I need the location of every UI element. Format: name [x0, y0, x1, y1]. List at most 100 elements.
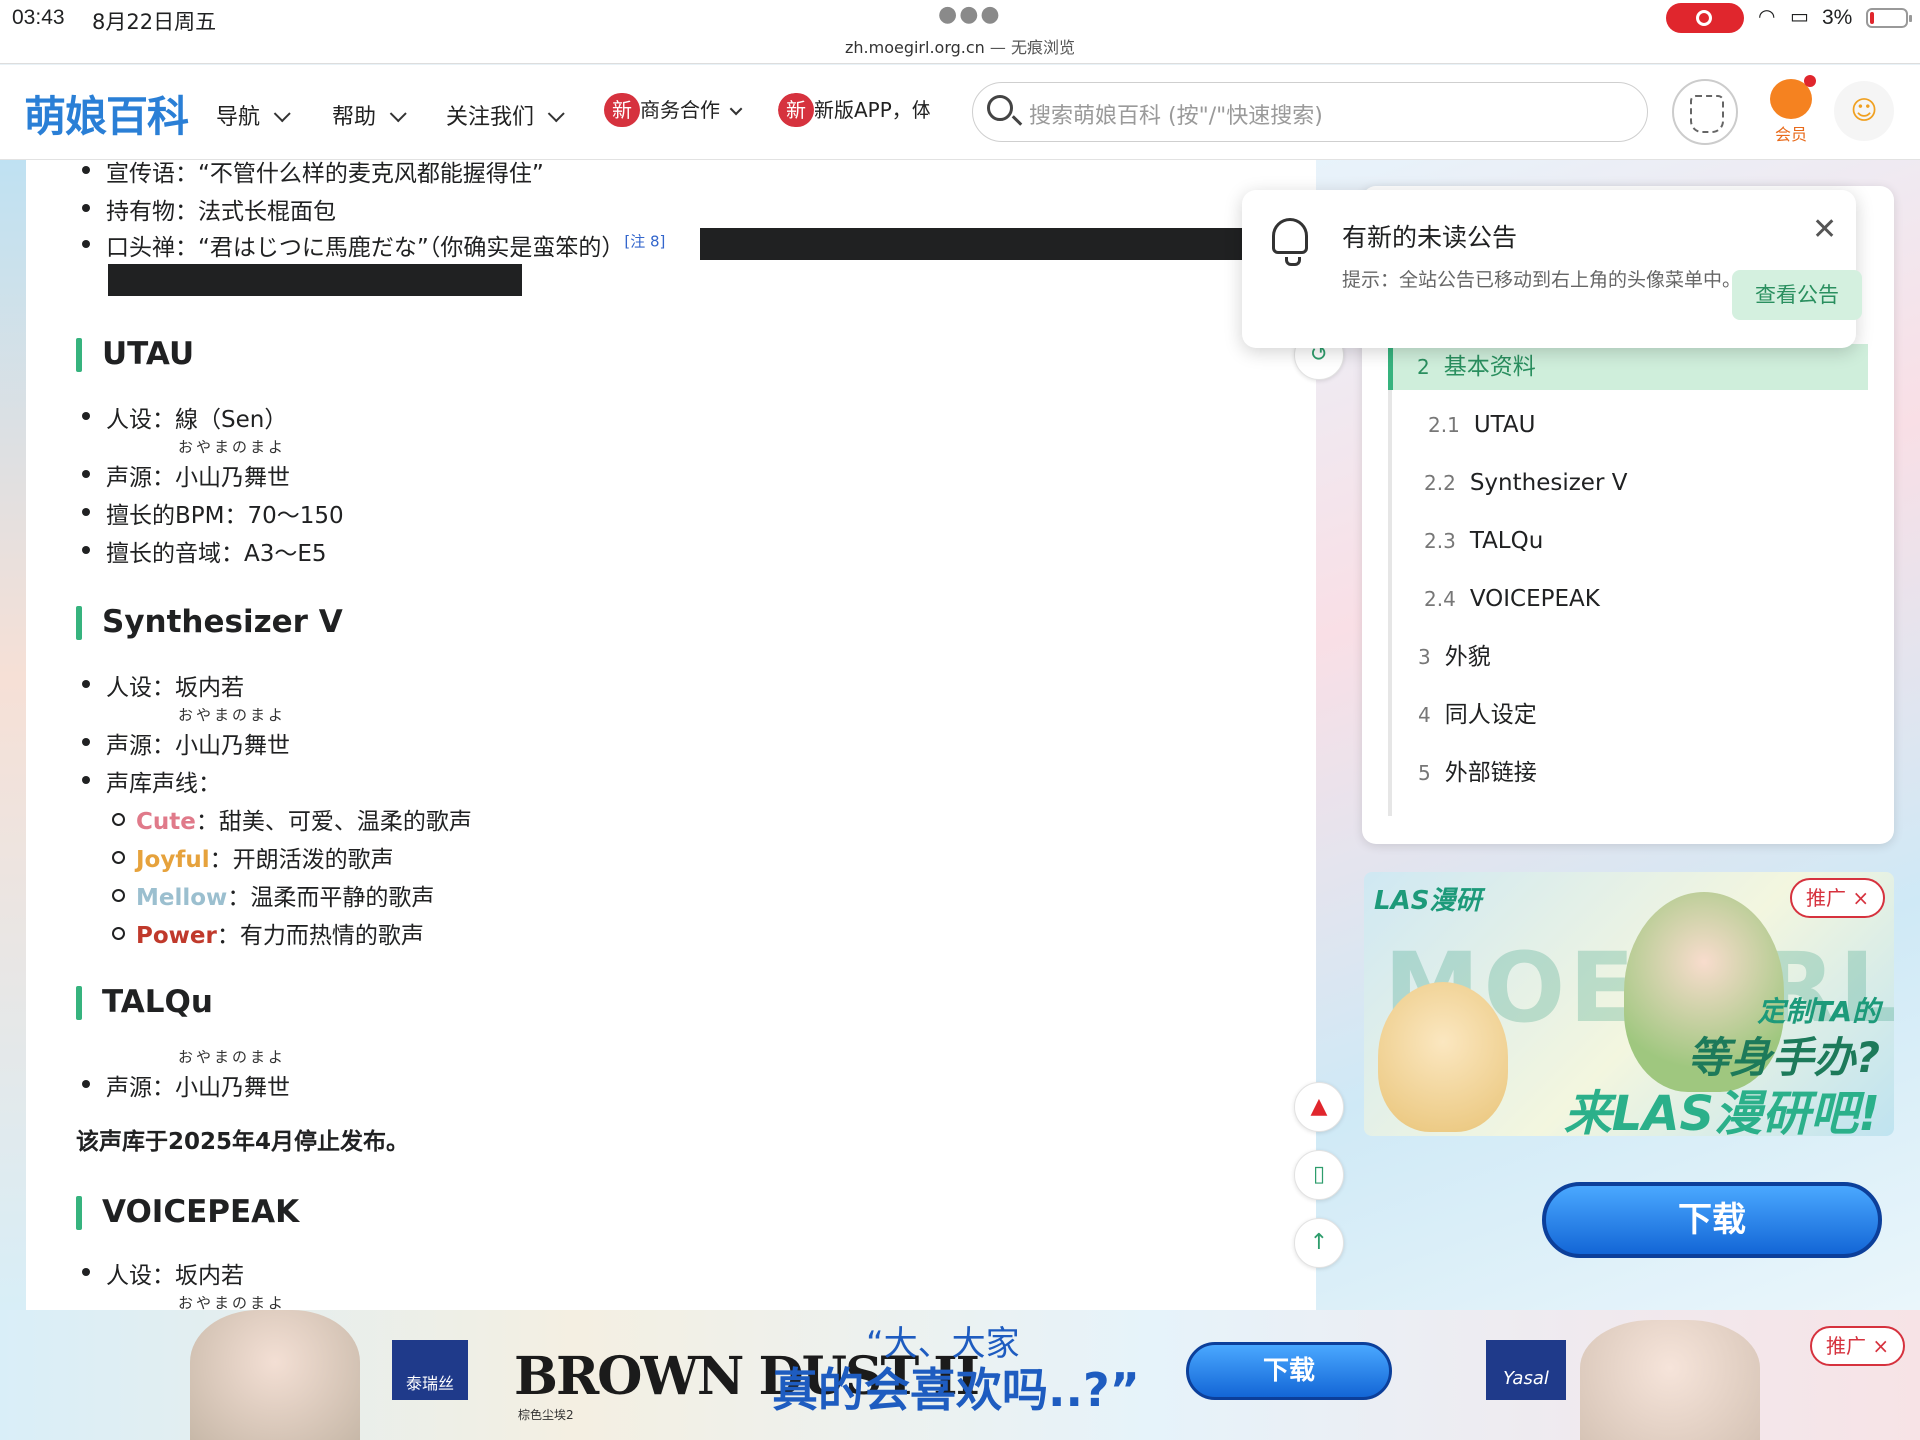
chevron-down-icon	[547, 105, 565, 123]
voice-name: Joyful	[136, 847, 210, 873]
toc-num: 2	[1417, 355, 1430, 379]
toc-item-appearance[interactable]: 3 外貌	[1388, 634, 1868, 680]
toc-num: 2.2	[1424, 471, 1456, 495]
voice-desc: ：温柔而平静的歌声	[227, 885, 435, 911]
nav-business-label: 商务合作	[640, 98, 720, 122]
voice-name: Cute	[136, 809, 196, 835]
bottom-banner-ad[interactable]: 泰瑞丝 BROWN DUST II 棕色尘埃2 “大、大家 真的会喜欢吗..?”…	[0, 1310, 1920, 1440]
toc-num: 5	[1418, 761, 1431, 785]
private-mode-label: — 无痕浏览	[989, 38, 1075, 57]
section-heading-voicepeak: VOICEPEAK	[76, 1194, 299, 1230]
nav-new-app-label: 新版APP，体	[814, 98, 930, 122]
url-bar[interactable]: zh.moegirl.org.cn — 无痕浏览	[0, 34, 1920, 64]
ruby-annotation: おやまのまよ	[178, 706, 287, 724]
view-announcement-button[interactable]: 查看公告	[1732, 270, 1862, 320]
section-heading-talqu: TALQu	[76, 984, 213, 1020]
new-badge: 新	[604, 93, 640, 127]
ruby-annotation: おやまのまよ	[178, 438, 287, 456]
toc-item-utau[interactable]: 2.1 UTAU	[1388, 402, 1868, 448]
toc-num: 4	[1418, 703, 1431, 727]
list-item: 声库声线：	[82, 764, 221, 798]
search-placeholder: 搜索萌娘百科 (按"/"快速搜索)	[1029, 104, 1323, 129]
screen-record-icon[interactable]	[1666, 3, 1744, 33]
toc-item-fan-setting[interactable]: 4 同人设定	[1388, 692, 1868, 738]
toc-label: UTAU	[1473, 412, 1536, 438]
search-input[interactable]: 搜索萌娘百科 (按"/"快速搜索)	[972, 82, 1648, 142]
footnote-link[interactable]: [注 8]	[624, 232, 665, 250]
voice-item-cute: Cute：甜美、可爱、温柔的歌声	[112, 802, 472, 836]
voice-desc: ：甜美、可爱、温柔的歌声	[195, 809, 472, 835]
close-icon[interactable]: ✕	[1812, 212, 1837, 247]
nav-label: 导航	[216, 105, 261, 130]
ad-headline: 来LAS漫研吧!	[1563, 1086, 1880, 1136]
toc-label: Synthesizer V	[1469, 470, 1628, 496]
back-to-top-icon[interactable]: ↑	[1294, 1218, 1344, 1268]
ad-character-tag: 泰瑞丝	[392, 1340, 468, 1400]
article-content: 宣传语：“不管什么样的麦克风都能握得住” 持有物：法式长棍面包 口头禅：“君はじ…	[26, 160, 1316, 1310]
warning-icon[interactable]: ▲	[1294, 1082, 1344, 1132]
nav-navigation[interactable]: 导航	[216, 99, 291, 131]
nav-follow-us[interactable]: 关注我们	[446, 99, 565, 131]
list-item: 声源：小山乃舞世	[82, 726, 290, 760]
ad-game-subtitle: 棕色尘埃2	[518, 1408, 574, 1422]
list-item: 擅长的BPM：70～150	[82, 496, 344, 530]
spoiler-blackout[interactable]	[700, 228, 1270, 260]
voice-desc: ：有力而热情的歌声	[216, 923, 424, 949]
ruby-annotation: おやまのまよ	[178, 1048, 287, 1066]
list-item: 口头禅：“君はじつに馬鹿だな”（你确实是蛮笨的）[注 8]	[81, 228, 665, 262]
list-item: 宣传语：“不管什么样的麦克风都能握得住”	[82, 160, 544, 188]
ad-character-tag: Yasal	[1486, 1340, 1566, 1400]
section-heading-utau: UTAU	[76, 336, 194, 372]
chevron-down-icon	[729, 102, 743, 116]
nav-help[interactable]: 帮助	[332, 99, 407, 131]
ad-download-button[interactable]: 下载	[1542, 1182, 1882, 1258]
ad-close-button[interactable]: 推广 ×	[1810, 1326, 1906, 1366]
sidebar-toggle-icon[interactable]: ▯	[1294, 1150, 1344, 1200]
user-avatar-button[interactable]	[1672, 79, 1738, 145]
list-item: 擅长的音域：A3～E5	[82, 534, 327, 568]
list-item: 人设：線（Sen）	[81, 400, 287, 434]
ad-character-image	[1580, 1320, 1760, 1440]
nav-new-app[interactable]: 新新版APP，体	[778, 93, 930, 127]
voice-item-joyful: Joyful：开朗活泼的歌声	[112, 840, 394, 874]
ad-download-button[interactable]: 下载	[1186, 1342, 1392, 1400]
chevron-down-icon	[389, 105, 407, 123]
toc-num: 2.4	[1424, 587, 1456, 611]
battery-icon	[1866, 8, 1912, 28]
cat-face-icon	[1770, 75, 1816, 119]
toc-item-synthesizer-v[interactable]: 2.2 Synthesizer V	[1388, 460, 1868, 506]
announcement-desc: 提示：全站公告已移动到右上角的头像菜单中。	[1342, 269, 1742, 291]
ad-figure-image	[1378, 982, 1508, 1132]
status-time: 03:43	[12, 6, 65, 29]
bell-icon	[1272, 218, 1308, 266]
toc-item-talqu[interactable]: 2.3 TALQu	[1388, 518, 1868, 564]
voice-item-power: Power：有力而热情的歌声	[112, 916, 424, 950]
list-item: 人设：坂内若	[82, 668, 244, 702]
url-host: zh.moegirl.org.cn	[844, 38, 985, 57]
vip-button[interactable]: 会员	[1764, 75, 1818, 145]
chevron-down-icon	[273, 105, 291, 123]
ruby-annotation: おやまのまよ	[178, 1294, 287, 1310]
toc-num: 2.1	[1428, 413, 1460, 437]
search-icon	[987, 95, 1013, 121]
toc-item-voicepeak[interactable]: 2.4 VOICEPEAK	[1388, 576, 1868, 622]
car-icon: ▭	[1790, 4, 1809, 28]
nav-business[interactable]: 新商务合作	[604, 93, 743, 127]
toc-label: TALQu	[1469, 528, 1544, 554]
spoiler-blackout[interactable]	[108, 264, 522, 296]
toc-label: 外部链接	[1444, 760, 1537, 786]
ad-character-image	[190, 1310, 360, 1440]
ad-quote: 真的会喜欢吗..?”	[772, 1363, 1140, 1417]
toc-item-basic-info[interactable]: 2 基本资料	[1388, 344, 1868, 390]
vip-label: 会员	[1774, 125, 1807, 144]
ad-close-button[interactable]: 推广 ×	[1790, 878, 1886, 918]
toc-item-external-links[interactable]: 5 外部链接	[1388, 750, 1868, 796]
site-logo[interactable]: 萌娘百科	[24, 83, 189, 144]
status-bar: 03:43 8月22日周五 ●●● ◠ ▭ 3%	[0, 0, 1920, 34]
background-art-left	[0, 160, 26, 1310]
toc-label: 同人设定	[1444, 702, 1537, 728]
discontinued-note: 该声库于2025年4月停止发布。	[76, 1129, 410, 1155]
smiley-icon[interactable]: ☺	[1834, 81, 1894, 141]
multitask-dots-icon[interactable]: ●●●	[938, 2, 1002, 27]
announcement-popup: 有新的未读公告 提示：全站公告已移动到右上角的头像菜单中。 ✕ 查看公告	[1242, 190, 1862, 348]
